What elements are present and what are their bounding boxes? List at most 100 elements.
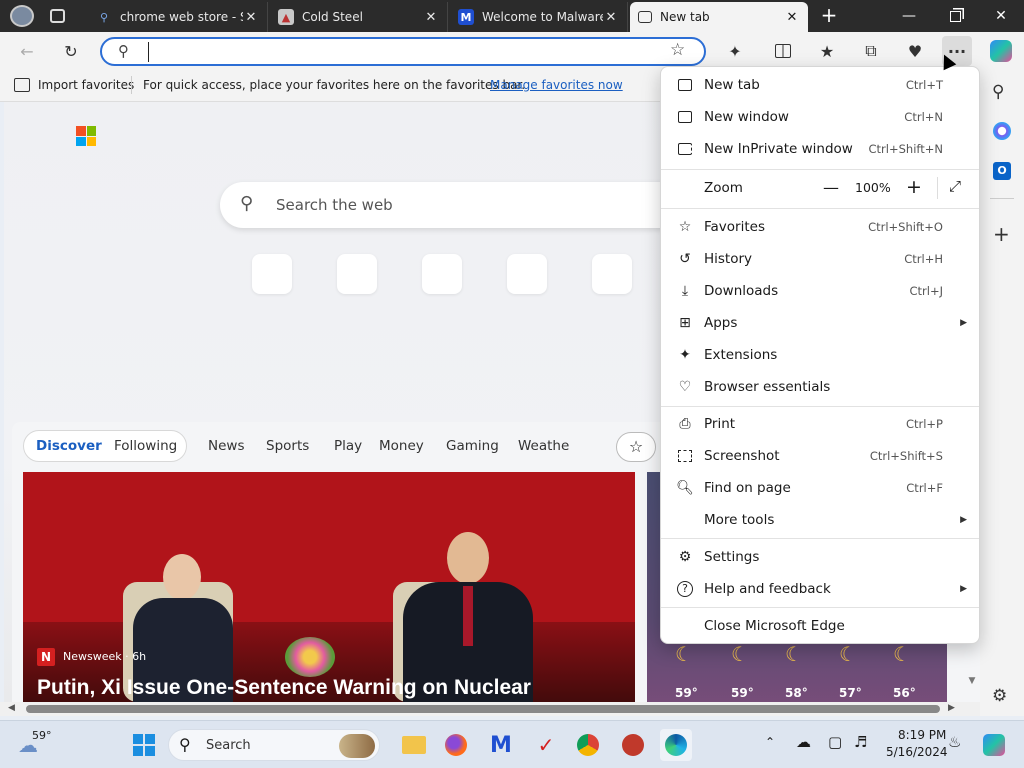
- menu-item-apps[interactable]: ⊞ Apps ▶: [661, 307, 979, 339]
- import-favorites-button[interactable]: Import favorites: [38, 78, 134, 92]
- menu-item-print[interactable]: ⎙ Print Ctrl+P: [661, 408, 979, 440]
- submenu-arrow-icon: ▶: [960, 515, 967, 525]
- taskbar-search-box[interactable]: ⚲ Search: [168, 729, 380, 761]
- menu-item-find-on-page[interactable]: 🔍︎ Find on page Ctrl+F: [661, 472, 979, 504]
- malwarebytes-taskbar-icon[interactable]: M: [485, 729, 517, 761]
- zoom-out-button[interactable]: —: [821, 178, 841, 197]
- close-tab-icon[interactable]: ✕: [423, 10, 439, 25]
- clock-time[interactable]: 8:19 PM: [898, 728, 946, 742]
- personalize-star-button[interactable]: ☆: [616, 432, 656, 462]
- menu-item-help-and-feedback[interactable]: ? Help and feedback ▶: [661, 573, 979, 605]
- copilot-preview-icon[interactable]: [978, 729, 1010, 761]
- tab-cold-steel[interactable]: ▲ Cold Steel ✕: [270, 2, 448, 32]
- app-icon[interactable]: [617, 729, 649, 761]
- ccleaner-icon[interactable]: ✓: [530, 729, 562, 761]
- quick-link-tile[interactable]: [592, 254, 632, 294]
- close-tab-icon[interactable]: ✕: [784, 10, 800, 25]
- story-headline[interactable]: Putin, Xi Issue One-Sentence Warning on …: [37, 676, 531, 700]
- volume-icon[interactable]: ♬: [854, 733, 867, 751]
- menu-item-new-inprivate-window[interactable]: New InPrivate window Ctrl+Shift+N: [661, 133, 979, 165]
- menu-item-settings[interactable]: ⚙ Settings: [661, 541, 979, 573]
- feed-category-gaming[interactable]: Gaming: [446, 438, 499, 454]
- file-explorer-icon[interactable]: [398, 729, 430, 761]
- display-icon[interactable]: ▢: [828, 733, 842, 751]
- network-icon[interactable]: ☁: [796, 733, 811, 751]
- extensions-icon[interactable]: ✦: [720, 36, 750, 66]
- address-input[interactable]: [148, 42, 648, 62]
- scroll-thumb[interactable]: [26, 705, 940, 713]
- tab-malwarebytes[interactable]: M Welcome to Malwareb ✕: [450, 2, 628, 32]
- menu-item-downloads[interactable]: ⤓ Downloads Ctrl+J: [661, 275, 979, 307]
- favorites-icon[interactable]: ★: [812, 36, 842, 66]
- notifications-bell-icon[interactable]: ♨: [948, 733, 961, 751]
- tab-discover[interactable]: Discover: [36, 438, 102, 454]
- collections-icon[interactable]: ⧉: [856, 36, 886, 66]
- minimize-button[interactable]: —: [886, 0, 932, 32]
- horizontal-scrollbar[interactable]: ◀ ▶: [0, 702, 980, 716]
- quick-link-tile[interactable]: [337, 254, 377, 294]
- clock-date[interactable]: 5/16/2024: [886, 745, 948, 759]
- zoom-divider: [937, 177, 938, 199]
- search-icon[interactable]: ⚲: [992, 82, 1004, 102]
- menu-item-screenshot[interactable]: Screenshot Ctrl+Shift+S: [661, 440, 979, 472]
- weather-forecast-row: ☾ ☾ ☾ ☾ ☾ 59° 59° 58° 57° 56°: [647, 642, 947, 702]
- feed-category-sports[interactable]: Sports: [266, 438, 309, 454]
- restore-button[interactable]: [932, 0, 978, 32]
- tab-new-tab[interactable]: New tab ✕: [630, 2, 808, 32]
- story-source: Newsweek · 6h: [63, 650, 147, 663]
- close-tab-icon[interactable]: ✕: [603, 10, 619, 25]
- copilot-sidebar-icon[interactable]: [993, 122, 1011, 140]
- search-box[interactable]: ⚲ Search the web: [220, 182, 700, 228]
- menu-item-browser-essentials[interactable]: ♡ Browser essentials: [661, 371, 979, 403]
- menu-item-history[interactable]: ↺ History Ctrl+H: [661, 243, 979, 275]
- profile-avatar[interactable]: [10, 5, 34, 27]
- edge-icon[interactable]: [660, 729, 692, 761]
- feed-category-money[interactable]: Money: [379, 438, 424, 454]
- split-screen-icon[interactable]: [768, 36, 798, 66]
- menu-label: Print: [704, 416, 736, 432]
- address-bar[interactable]: ⚲ ☆: [100, 37, 706, 66]
- close-tab-icon[interactable]: ✕: [243, 10, 259, 25]
- add-favorite-star-icon[interactable]: ☆: [670, 40, 685, 60]
- menu-item-new-window[interactable]: New window Ctrl+N: [661, 101, 979, 133]
- close-window-button[interactable]: ✕: [978, 0, 1024, 32]
- feed-category-weather[interactable]: Weathe: [518, 438, 569, 454]
- menu-label: New window: [704, 109, 789, 125]
- back-button[interactable]: ←: [12, 36, 42, 66]
- outlook-icon[interactable]: O: [993, 162, 1011, 180]
- add-sidebar-app-icon[interactable]: +: [993, 222, 1010, 246]
- browser-essentials-icon[interactable]: ♥: [900, 36, 930, 66]
- tab-chrome-web-store[interactable]: ⚲ chrome web store - S ✕: [88, 2, 268, 32]
- fullscreen-icon[interactable]: ⤢: [949, 177, 961, 195]
- moon-icon: ☾: [785, 642, 803, 666]
- scroll-right-arrow[interactable]: ▶: [948, 703, 955, 713]
- menu-item-more-tools[interactable]: More tools ▶: [661, 504, 979, 536]
- sidebar-settings-icon[interactable]: ⚙: [992, 686, 1007, 706]
- tab-actions-icon[interactable]: [50, 9, 65, 23]
- story-card[interactable]: N Newsweek · 6h Putin, Xi Issue One-Sent…: [23, 472, 635, 702]
- quick-link-tile[interactable]: [252, 254, 292, 294]
- manage-favorites-link[interactable]: Manage favorites now: [490, 78, 623, 92]
- start-button[interactable]: [128, 729, 160, 761]
- refresh-button[interactable]: ↻: [56, 36, 86, 66]
- menu-item-new-tab[interactable]: New tab Ctrl+T: [661, 69, 979, 101]
- new-tab-button[interactable]: +: [816, 4, 842, 28]
- feed-category-play[interactable]: Play: [334, 438, 362, 454]
- show-hidden-icons-chevron[interactable]: ⌃: [765, 735, 775, 749]
- menu-shortcut: Ctrl+T: [905, 78, 943, 92]
- tab-following[interactable]: Following: [114, 438, 177, 454]
- menu-item-close-edge[interactable]: Close Microsoft Edge: [661, 610, 979, 642]
- quick-link-tile[interactable]: [507, 254, 547, 294]
- firefox-icon[interactable]: [440, 729, 472, 761]
- vertical-scrollbar[interactable]: ▼: [966, 676, 978, 694]
- copilot-icon[interactable]: [986, 36, 1016, 66]
- zoom-in-button[interactable]: +: [904, 176, 924, 198]
- chrome-icon[interactable]: [572, 729, 604, 761]
- quick-link-tile[interactable]: [422, 254, 462, 294]
- menu-item-extensions[interactable]: ✦ Extensions: [661, 339, 979, 371]
- menu-shortcut: Ctrl+Shift+S: [869, 449, 943, 463]
- feed-category-news[interactable]: News: [208, 438, 244, 454]
- help-icon: ?: [675, 579, 695, 599]
- menu-item-favorites[interactable]: ☆ Favorites Ctrl+Shift+O: [661, 211, 979, 243]
- scroll-left-arrow[interactable]: ◀: [8, 703, 15, 713]
